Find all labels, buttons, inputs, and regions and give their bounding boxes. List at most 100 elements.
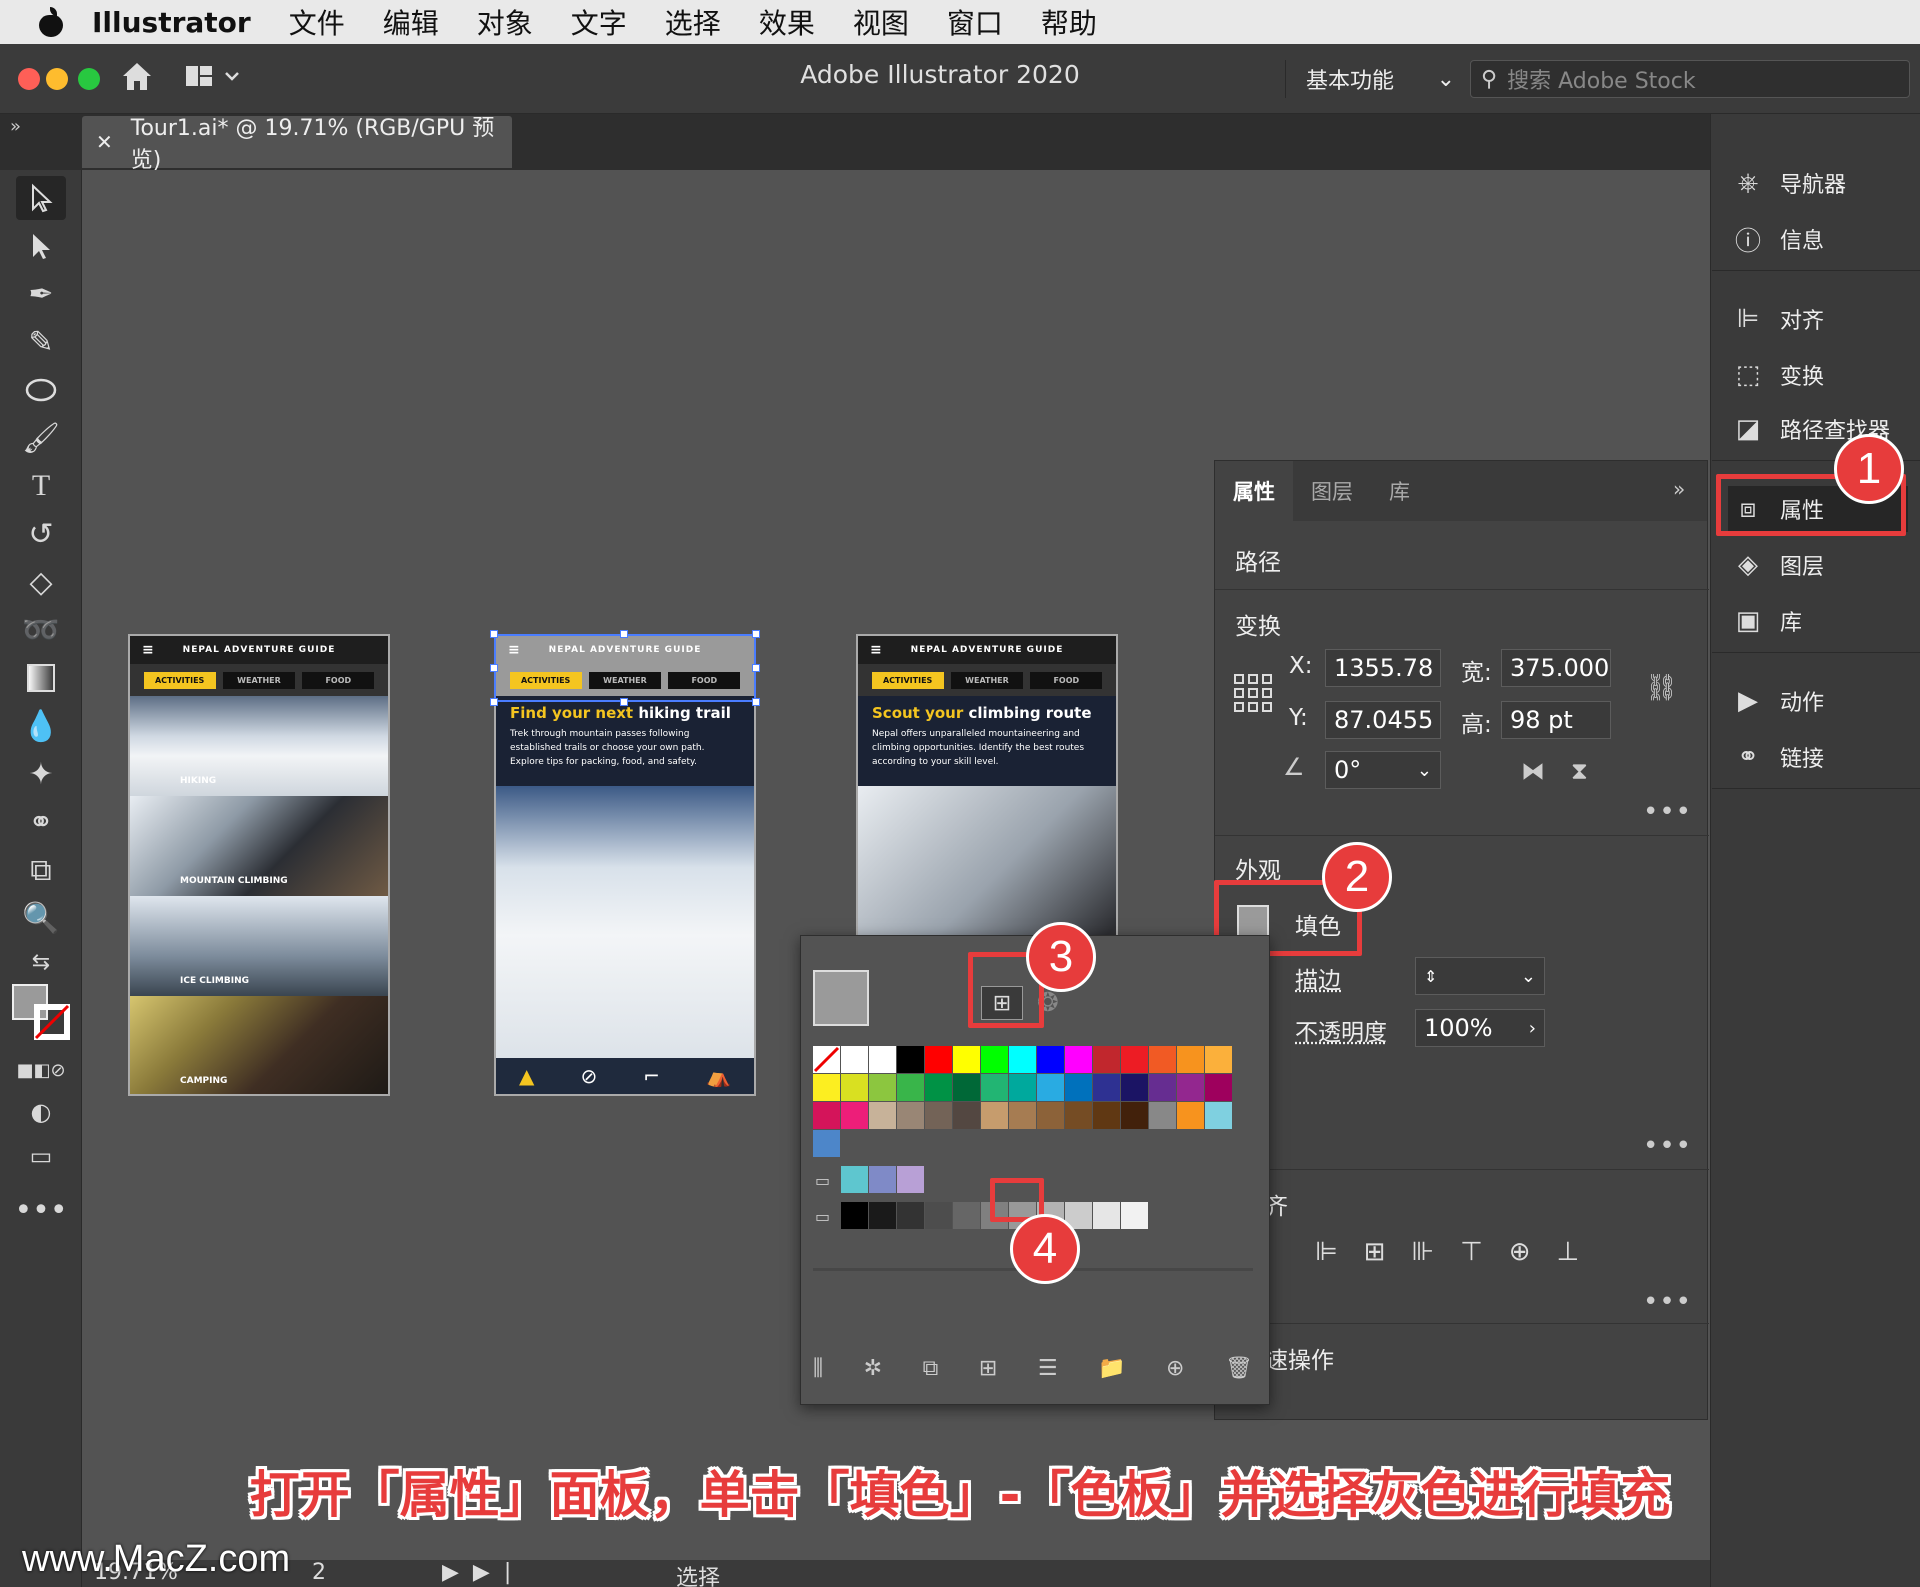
- selection-handle[interactable]: [620, 698, 628, 706]
- swatch[interactable]: [1009, 1046, 1036, 1073]
- swatch[interactable]: [897, 1074, 924, 1101]
- ellipse-tool-icon[interactable]: [16, 368, 66, 412]
- curvature-tool-icon[interactable]: ✎: [16, 320, 66, 364]
- swatch[interactable]: [1009, 1102, 1036, 1129]
- zoom-tool-icon[interactable]: 🔍: [16, 896, 66, 940]
- swatch[interactable]: [841, 1102, 868, 1129]
- swatch[interactable]: [925, 1102, 952, 1129]
- selection-handle[interactable]: [752, 630, 760, 638]
- selection-handle[interactable]: [620, 630, 628, 638]
- y-field[interactable]: 87.0455: [1325, 701, 1441, 739]
- new-folder-icon[interactable]: 📁: [1098, 1356, 1125, 1396]
- swatch[interactable]: [1121, 1046, 1148, 1073]
- swatch[interactable]: [1065, 1046, 1092, 1073]
- list-view-icon[interactable]: ☰: [1038, 1356, 1058, 1396]
- artboard-number[interactable]: 2: [312, 1560, 326, 1585]
- menu-help[interactable]: 帮助: [1041, 2, 1097, 42]
- stroke-weight-field[interactable]: ⇕ ⌄: [1415, 957, 1545, 995]
- swatch[interactable]: [1037, 1102, 1064, 1129]
- swatch[interactable]: [813, 1074, 840, 1101]
- edit-toolbar-icon[interactable]: •••: [16, 1188, 66, 1232]
- close-tab-icon[interactable]: ✕: [96, 130, 113, 154]
- dock-actions[interactable]: ▶ 动作: [1728, 678, 1908, 724]
- swatch[interactable]: [981, 1102, 1008, 1129]
- swatch[interactable]: [869, 1202, 896, 1229]
- selection-handle[interactable]: [752, 698, 760, 706]
- swatch[interactable]: [953, 1074, 980, 1101]
- menu-type[interactable]: 文字: [571, 2, 627, 42]
- align-buttons-row[interactable]: ⊫⊞⊪⊤⊕⊥: [1315, 1237, 1605, 1267]
- selection-handle[interactable]: [752, 664, 760, 672]
- swatch[interactable]: [897, 1166, 924, 1193]
- stroke-stepper-icon[interactable]: ⇕: [1424, 967, 1437, 986]
- draw-mode-icon[interactable]: ◐: [16, 1090, 66, 1134]
- dock-transform[interactable]: ⬚ 变换: [1728, 352, 1908, 398]
- swatch[interactable]: [1037, 1074, 1064, 1101]
- apple-icon[interactable]: [38, 7, 64, 37]
- expand-toolbar-icon[interactable]: »: [10, 116, 21, 137]
- direct-selection-tool-icon[interactable]: [16, 224, 66, 268]
- swatch[interactable]: [897, 1102, 924, 1129]
- opacity-label[interactable]: 不透明度: [1295, 1013, 1387, 1047]
- swatch[interactable]: [841, 1202, 868, 1229]
- menu-window[interactable]: 窗口: [947, 2, 1003, 42]
- swatch[interactable]: [841, 1046, 868, 1073]
- dock-links[interactable]: ⚭ 链接: [1728, 734, 1908, 780]
- menu-edit[interactable]: 编辑: [383, 2, 439, 42]
- more-options-icon[interactable]: •••: [1643, 797, 1692, 827]
- swatch[interactable]: [869, 1046, 896, 1073]
- swatch[interactable]: [1121, 1202, 1148, 1229]
- tab-layers[interactable]: 图层: [1293, 461, 1371, 521]
- swatch[interactable]: [841, 1166, 868, 1193]
- swatch[interactable]: [813, 1102, 840, 1129]
- add-used-colors-icon[interactable]: ✲: [864, 1356, 882, 1396]
- swatch[interactable]: [1093, 1074, 1120, 1101]
- gradient-tool-icon[interactable]: [16, 656, 66, 700]
- dock-layers[interactable]: ◈ 图层: [1728, 542, 1908, 588]
- rotate-tool-icon[interactable]: ↺: [16, 512, 66, 556]
- swatch-options-icon[interactable]: ⧉: [923, 1356, 939, 1396]
- height-field[interactable]: 98 pt: [1501, 701, 1611, 739]
- swatch[interactable]: [1149, 1102, 1176, 1129]
- tab-properties[interactable]: 属性: [1215, 461, 1293, 521]
- swatch[interactable]: [869, 1074, 896, 1101]
- swatch[interactable]: [1065, 1102, 1092, 1129]
- menu-object[interactable]: 对象: [477, 2, 533, 42]
- swatch[interactable]: [981, 1046, 1008, 1073]
- type-tool-icon[interactable]: T: [16, 464, 66, 508]
- trash-icon[interactable]: 🗑: [1225, 1356, 1253, 1396]
- selection-handle[interactable]: [490, 630, 498, 638]
- opacity-field[interactable]: 100% ›: [1415, 1009, 1545, 1047]
- flip-horizontal-icon[interactable]: ⧓: [1521, 757, 1545, 785]
- selection-handle[interactable]: [490, 664, 498, 672]
- color-mode-icons[interactable]: ■◧⊘: [16, 1048, 66, 1092]
- artboard-tool-icon[interactable]: ⧉: [16, 848, 66, 892]
- swap-fill-stroke-icon[interactable]: ⇆: [16, 940, 66, 984]
- swatch[interactable]: [897, 1202, 924, 1229]
- eraser-tool-icon[interactable]: ◇: [16, 560, 66, 604]
- stock-search-input[interactable]: ⚲ 搜索 Adobe Stock: [1470, 60, 1910, 98]
- swatch[interactable]: [1121, 1102, 1148, 1129]
- x-field[interactable]: 1355.78: [1325, 649, 1441, 687]
- swatch[interactable]: [1065, 1074, 1092, 1101]
- swatch[interactable]: [1205, 1046, 1232, 1073]
- swatch[interactable]: [1009, 1074, 1036, 1101]
- swatch[interactable]: [1121, 1074, 1148, 1101]
- swatch[interactable]: [953, 1046, 980, 1073]
- swatch[interactable]: [1149, 1074, 1176, 1101]
- selection-tool-icon[interactable]: [16, 176, 66, 220]
- reference-point-icon[interactable]: [1233, 673, 1273, 713]
- menu-app[interactable]: Illustrator: [92, 6, 251, 39]
- swatch[interactable]: [897, 1046, 924, 1073]
- stroke-label[interactable]: 描边: [1295, 961, 1341, 995]
- stroke-none-indicator[interactable]: [34, 1004, 70, 1040]
- eyedropper-tool-icon[interactable]: 💧: [16, 704, 66, 748]
- swatch[interactable]: [1093, 1046, 1120, 1073]
- workspace-switcher[interactable]: 基本功能 ⌄: [1285, 60, 1455, 98]
- color-group-icon[interactable]: ⊞: [979, 1356, 997, 1396]
- menu-select[interactable]: 选择: [665, 2, 721, 42]
- swatch[interactable]: [1037, 1046, 1064, 1073]
- puppet-warp-tool-icon[interactable]: ✦: [16, 752, 66, 796]
- more-options-icon[interactable]: •••: [1643, 1287, 1692, 1317]
- dock-libraries[interactable]: ▣ 库: [1728, 598, 1908, 644]
